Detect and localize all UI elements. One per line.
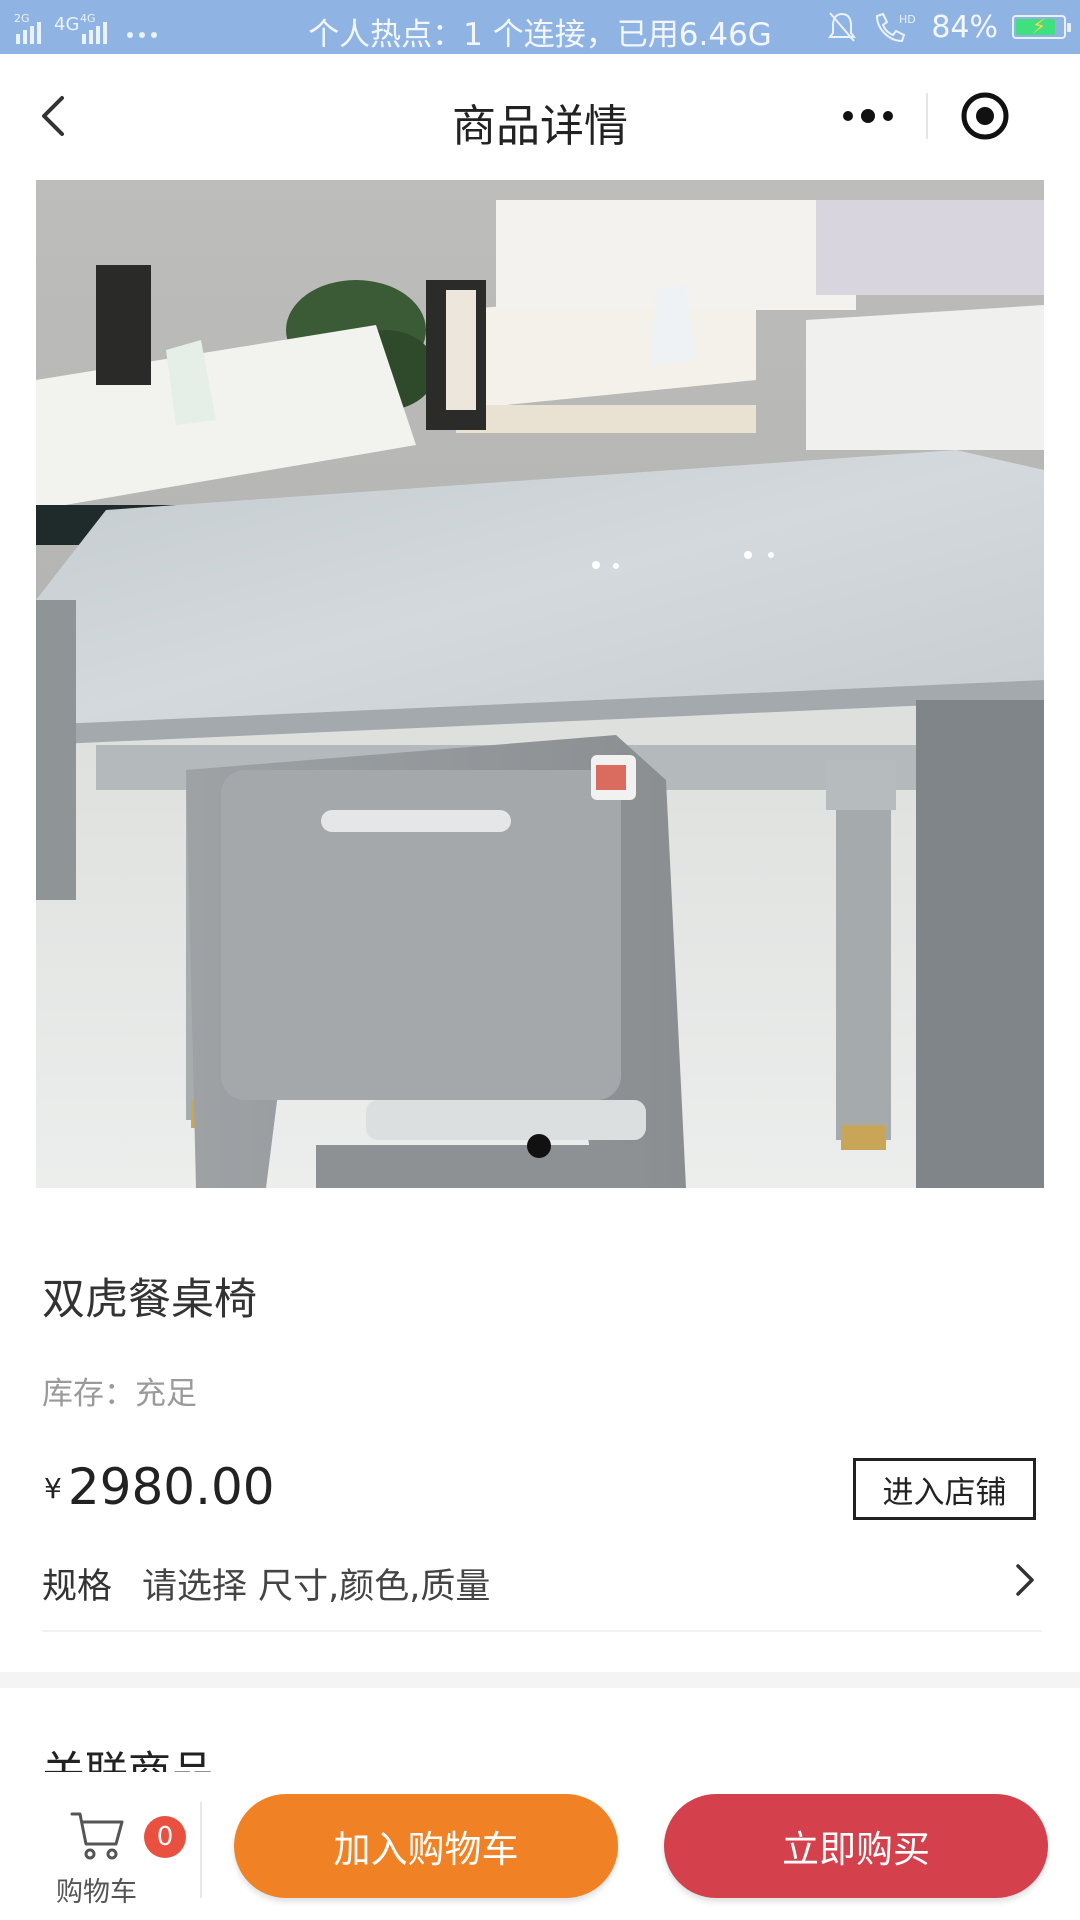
shopping-cart-icon — [70, 1812, 124, 1860]
add-to-cart-button[interactable]: 加入购物车 — [234, 1794, 618, 1898]
more-dots-icon — [843, 109, 893, 123]
svg-text:HD: HD — [899, 13, 916, 26]
divider — [42, 1630, 1042, 1632]
section-separator — [0, 1672, 1080, 1688]
spec-selector-row[interactable]: 规格 请选择 尺寸,颜色,质量 — [0, 1550, 1080, 1614]
enter-shop-button[interactable]: 进入店铺 — [853, 1458, 1036, 1520]
status-icons: HD 84% ⚡ — [827, 8, 1071, 46]
mute-bell-icon — [828, 12, 857, 42]
divider — [200, 1802, 202, 1898]
status-bar: 2G 4G 4G 个人热点：1 个连接，已用6.46G HD 84% ⚡ — [0, 0, 1080, 54]
target-circle-icon — [961, 92, 1009, 140]
price-amount: 2980.00 — [67, 1458, 275, 1516]
spec-value: 请选择 尺寸,颜色,质量 — [142, 1567, 491, 1607]
product-photo — [36, 180, 1044, 1188]
spec-label: 规格 — [42, 1567, 113, 1607]
charging-bolt-icon: ⚡ — [1032, 14, 1047, 38]
nav-bar: 商品详情 — [0, 54, 1080, 178]
cart-label: 购物车 — [56, 1877, 137, 1908]
product-image[interactable] — [36, 180, 1044, 1188]
battery-icon: ⚡ — [1012, 14, 1071, 39]
close-button[interactable] — [928, 80, 1042, 152]
stock-status: 库存：充足 — [42, 1376, 197, 1412]
cart-count-badge: 0 — [144, 1816, 186, 1858]
buy-now-button[interactable]: 立即购买 — [664, 1794, 1048, 1898]
battery-percent: 84% — [931, 9, 998, 45]
currency-symbol: ¥ — [44, 1472, 62, 1505]
hd-call-icon: HD — [876, 12, 916, 43]
more-button[interactable] — [810, 80, 926, 152]
cart-tab[interactable]: 购物车 0 — [40, 1800, 186, 1910]
product-price: ¥2980.00 — [44, 1458, 275, 1516]
gallery-page-indicator[interactable] — [527, 1134, 551, 1158]
bottom-action-bar: 购物车 0 加入购物车 立即购买 — [0, 1772, 1080, 1920]
mini-program-capsule — [810, 80, 1042, 152]
chevron-right-icon — [1016, 1564, 1034, 1596]
product-name: 双虎餐桌椅 — [42, 1275, 257, 1325]
